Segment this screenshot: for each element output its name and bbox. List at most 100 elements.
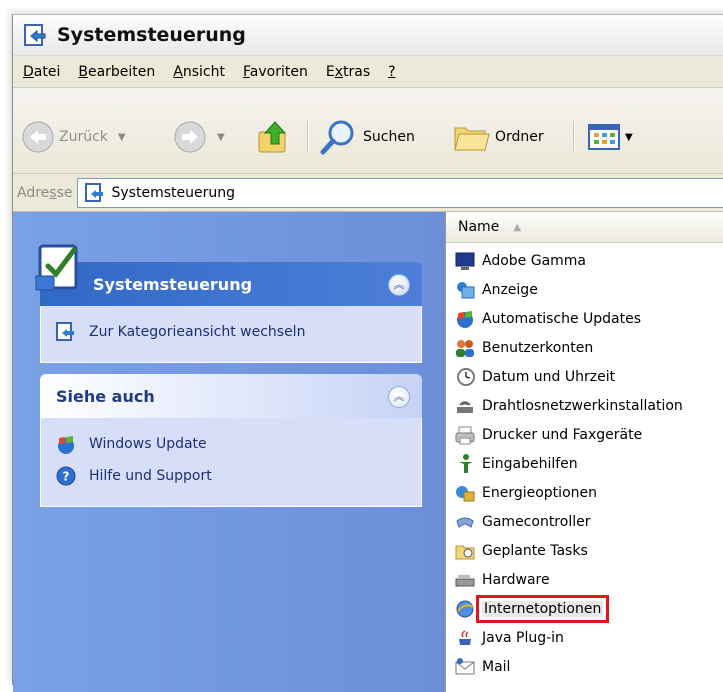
list-item-label: Eingabehilfen <box>482 456 578 472</box>
list-item[interactable]: Datum und Uhrzeit <box>446 362 723 391</box>
control-panel-icon <box>23 22 49 48</box>
list-item-label: Mail <box>482 659 510 675</box>
hardware-icon <box>454 569 476 591</box>
list-item-label: Datum und Uhrzeit <box>482 369 615 385</box>
menu-bar: Datei Bearbeiten Ansicht Favoriten Extra… <box>13 57 723 88</box>
folder-up-icon <box>255 118 291 156</box>
control-panel-icon <box>55 321 77 343</box>
list-item-label: Automatische Updates <box>482 311 641 327</box>
task-pane: Systemsteuerung ︽ Zur Kategorieansicht w… <box>13 212 445 692</box>
back-dropdown-icon[interactable]: ▼ <box>118 132 126 143</box>
clock-icon <box>454 366 476 388</box>
forward-arrow-icon <box>173 120 207 154</box>
accessibility-icon <box>454 453 476 475</box>
up-button[interactable] <box>255 118 291 156</box>
list-item-label: Hardware <box>482 572 550 588</box>
sort-ascending-icon: ▲ <box>513 222 521 233</box>
list-item-label: Gamecontroller <box>482 514 590 530</box>
list-item[interactable]: Benutzerkonten <box>446 333 723 362</box>
list-item[interactable]: Internetoptionen <box>446 594 723 623</box>
menu-datei[interactable]: Datei <box>13 64 69 80</box>
section-header[interactable]: Systemsteuerung ︽ <box>40 262 422 306</box>
list-item[interactable]: Drucker und Faxgeräte <box>446 420 723 449</box>
list-item[interactable]: Automatische Updates <box>446 304 723 333</box>
list-item[interactable]: Gamecontroller <box>446 507 723 536</box>
list-item[interactable]: Energieoptionen <box>446 478 723 507</box>
monitor-icon <box>454 250 476 272</box>
users-icon <box>454 337 476 359</box>
printer-icon <box>454 424 476 446</box>
power-icon <box>454 482 476 504</box>
svg-text:?: ? <box>63 470 70 484</box>
list-item[interactable]: Hardware <box>446 565 723 594</box>
windows-update-link[interactable]: Windows Update <box>41 428 421 460</box>
wireless-icon <box>454 395 476 417</box>
address-bar: Adresse Systemsteuerung <box>13 175 723 212</box>
section-title: Systemsteuerung <box>93 275 252 294</box>
address-value: Systemsteuerung <box>112 185 235 201</box>
java-icon <box>454 627 476 649</box>
window-title: Systemsteuerung <box>57 24 246 46</box>
list-item-label: Internetoptionen <box>482 601 603 617</box>
switch-category-view-link[interactable]: Zur Kategorieansicht wechseln <box>41 316 421 348</box>
forward-dropdown-icon[interactable]: ▼ <box>217 132 225 143</box>
section-body: Windows Update ? Hilfe und Support <box>40 418 422 507</box>
item-list: Adobe Gamma Anzeige Automatische Updates Be… <box>446 246 723 681</box>
list-item-label: Anzeige <box>482 282 538 298</box>
back-button[interactable]: Zurück ▼ <box>21 120 126 154</box>
views-button[interactable]: ▼ <box>587 122 633 152</box>
section-header[interactable]: Siehe auch ︽ <box>40 374 422 418</box>
address-input[interactable]: Systemsteuerung <box>77 178 723 208</box>
menu-favoriten[interactable]: Favoriten <box>234 64 317 80</box>
folder-clock-icon <box>454 540 476 562</box>
list-item-label: Drucker und Faxgeräte <box>482 427 642 443</box>
section-title: Siehe auch <box>56 387 155 406</box>
column-header-name[interactable]: Name ▲ <box>446 212 723 243</box>
menu-ansicht[interactable]: Ansicht <box>164 64 234 80</box>
windows-globe-icon <box>55 433 77 455</box>
list-item-label: Geplante Tasks <box>482 543 588 559</box>
control-panel-section: Systemsteuerung ︽ Zur Kategorieansicht w… <box>40 224 422 363</box>
list-item[interactable]: Java Plug-in <box>446 623 723 652</box>
section-body: Zur Kategorieansicht wechseln <box>40 306 422 363</box>
collapse-chevron-icon[interactable]: ︽ <box>388 386 410 408</box>
internet-icon <box>454 598 476 620</box>
globe-shield-icon <box>454 308 476 330</box>
control-panel-icon <box>84 182 106 204</box>
menu-extras[interactable]: Extras <box>317 64 379 80</box>
search-icon <box>319 118 359 156</box>
see-also-section: Siehe auch ︽ Windows Update ? Hilfe <box>40 374 422 507</box>
address-label: Adresse <box>17 185 73 201</box>
file-list: Name ▲ Adobe Gamma Anzeige Automatische Up… <box>445 212 723 692</box>
views-dropdown-icon[interactable]: ▼ <box>625 132 633 143</box>
list-item[interactable]: Drahtlosnetzwerkinstallation <box>446 391 723 420</box>
list-item-label: Java Plug-in <box>482 630 564 646</box>
checklist-icon <box>34 240 84 294</box>
menu-help[interactable]: ? <box>379 64 404 80</box>
title-bar: Systemsteuerung <box>13 15 723 56</box>
list-item[interactable]: Mail <box>446 652 723 681</box>
toolbar: Zurück ▼ ▼ Suchen <box>13 88 723 174</box>
mail-icon <box>454 656 476 678</box>
folders-icon <box>451 118 491 156</box>
list-item-label: Adobe Gamma <box>482 253 586 269</box>
display-icon <box>454 279 476 301</box>
help-icon: ? <box>55 465 77 487</box>
back-arrow-icon <box>21 120 55 154</box>
forward-button[interactable]: ▼ <box>173 120 225 154</box>
list-item-label: Energieoptionen <box>482 485 597 501</box>
gamepad-icon <box>454 511 476 533</box>
list-item[interactable]: Adobe Gamma <box>446 246 723 275</box>
collapse-chevron-icon[interactable]: ︽ <box>388 274 410 296</box>
search-button[interactable]: Suchen <box>319 118 415 156</box>
list-item-label: Benutzerkonten <box>482 340 593 356</box>
list-item[interactable]: Geplante Tasks <box>446 536 723 565</box>
list-item[interactable]: Anzeige <box>446 275 723 304</box>
list-item-label: Drahtlosnetzwerkinstallation <box>482 398 683 414</box>
views-icon <box>587 122 623 152</box>
help-support-link[interactable]: ? Hilfe und Support <box>41 460 421 492</box>
menu-bearbeiten[interactable]: Bearbeiten <box>69 64 164 80</box>
explorer-window: Systemsteuerung Datei Bearbeiten Ansicht… <box>12 14 723 685</box>
list-item[interactable]: Eingabehilfen <box>446 449 723 478</box>
folders-button[interactable]: Ordner <box>451 118 544 156</box>
